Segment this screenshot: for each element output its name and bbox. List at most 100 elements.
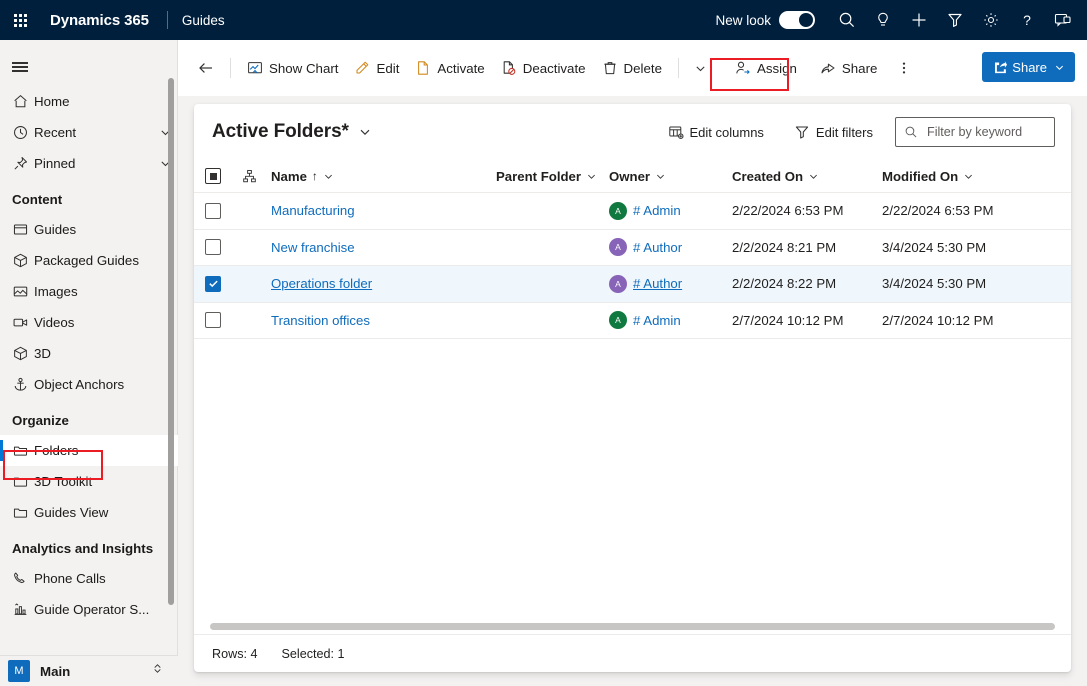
cell-owner[interactable]: A # Author bbox=[609, 275, 732, 293]
new-look-toggle[interactable] bbox=[779, 11, 815, 29]
sidebar-item-folders[interactable]: Folders bbox=[0, 435, 178, 466]
share-button[interactable]: Share bbox=[812, 52, 885, 84]
cell-name[interactable]: New franchise bbox=[266, 240, 496, 255]
folder-link[interactable]: New franchise bbox=[271, 240, 355, 255]
cell-name[interactable]: Transition offices bbox=[266, 313, 496, 328]
command-label: Delete bbox=[624, 61, 662, 76]
sidebar-item-3d[interactable]: 3D bbox=[0, 338, 178, 369]
table-row[interactable]: New franchise A # Author 2/2/2024 8:21 P… bbox=[194, 230, 1071, 267]
activate-button[interactable]: Activate bbox=[407, 52, 492, 84]
cell-name[interactable]: Operations folder bbox=[266, 276, 496, 291]
table-row[interactable]: Transition offices A # Admin 2/7/2024 10… bbox=[194, 303, 1071, 340]
delete-button[interactable]: Delete bbox=[594, 52, 670, 84]
show-chart-button[interactable]: Show Chart bbox=[239, 52, 346, 84]
home-icon bbox=[12, 92, 34, 112]
share-primary-button[interactable]: Share bbox=[982, 52, 1075, 82]
column-header-name[interactable]: Name ↑ bbox=[266, 169, 496, 184]
chevron-down-icon[interactable] bbox=[323, 171, 334, 182]
search-input[interactable] bbox=[925, 124, 1071, 140]
application-window: Dynamics 365 Guides New look ? bbox=[0, 0, 1087, 686]
row-checkbox[interactable] bbox=[205, 239, 221, 255]
sidebar-scrollbar[interactable] bbox=[168, 78, 174, 605]
folder-link[interactable]: Manufacturing bbox=[271, 203, 355, 218]
top-bar-actions: New look ? bbox=[715, 0, 1087, 40]
hierarchy-column-header[interactable] bbox=[232, 169, 266, 184]
column-header-owner[interactable]: Owner bbox=[609, 169, 732, 184]
insights-button[interactable] bbox=[865, 0, 901, 40]
folder-link[interactable]: Transition offices bbox=[271, 313, 370, 328]
feedback-button[interactable] bbox=[1045, 0, 1081, 40]
help-button[interactable]: ? bbox=[1009, 0, 1045, 40]
assign-button[interactable]: Assign bbox=[727, 52, 805, 84]
row-checkbox[interactable] bbox=[205, 312, 221, 328]
chevron-down-icon[interactable] bbox=[586, 171, 597, 182]
toggle-knob bbox=[799, 13, 813, 27]
sitemap-toggle-button[interactable] bbox=[0, 48, 40, 86]
sidebar-item-label: 3D bbox=[34, 346, 178, 361]
chevron-down-icon[interactable] bbox=[358, 125, 372, 139]
quick-create-button[interactable] bbox=[901, 0, 937, 40]
filter-button[interactable] bbox=[937, 0, 973, 40]
edit-columns-button[interactable]: Edit columns bbox=[660, 117, 772, 147]
sidebar-item-videos[interactable]: Videos bbox=[0, 307, 178, 338]
owner-link[interactable]: # Author bbox=[633, 240, 682, 255]
row-select-cell[interactable] bbox=[194, 276, 232, 292]
settings-button[interactable] bbox=[973, 0, 1009, 40]
sidebar-item-3d-toolkit[interactable]: 3D Toolkit bbox=[0, 466, 178, 497]
sidebar-item-guides-view[interactable]: Guides View bbox=[0, 497, 178, 528]
avatar: A bbox=[609, 202, 627, 220]
cell-owner[interactable]: A # Author bbox=[609, 238, 732, 256]
grid-horizontal-scrollbar[interactable] bbox=[194, 618, 1071, 634]
org-switcher[interactable]: M Main bbox=[0, 655, 178, 686]
row-checkbox[interactable] bbox=[205, 203, 221, 219]
search-button[interactable] bbox=[829, 0, 865, 40]
table-row[interactable]: Manufacturing A # Admin 2/22/2024 6:53 P… bbox=[194, 193, 1071, 230]
command-overflow-chevron-button[interactable] bbox=[687, 52, 715, 84]
sidebar-item-guide-operator-summary[interactable]: Guide Operator S... bbox=[0, 594, 178, 625]
select-all-cell[interactable] bbox=[194, 168, 232, 184]
updown-chevron-icon[interactable] bbox=[151, 662, 164, 680]
edit-button[interactable]: Edit bbox=[346, 52, 407, 84]
chevron-down-icon[interactable] bbox=[1054, 62, 1065, 73]
row-checkbox[interactable] bbox=[205, 276, 221, 292]
cell-modified-on: 3/4/2024 5:30 PM bbox=[882, 240, 1037, 255]
sidebar-item-recent[interactable]: Recent bbox=[0, 117, 178, 148]
edit-filters-button[interactable]: Edit filters bbox=[786, 117, 881, 147]
deactivate-button[interactable]: Deactivate bbox=[493, 52, 594, 84]
back-button[interactable] bbox=[190, 52, 222, 84]
row-select-cell[interactable] bbox=[194, 203, 232, 219]
owner-link[interactable]: # Admin bbox=[633, 313, 681, 328]
more-commands-button[interactable] bbox=[891, 52, 917, 84]
chevron-down-icon[interactable] bbox=[963, 171, 974, 182]
app-launcher-button[interactable] bbox=[0, 0, 40, 40]
sidebar-item-pinned[interactable]: Pinned bbox=[0, 148, 178, 179]
sidebar-scrollbar-thumb[interactable] bbox=[168, 78, 174, 605]
sidebar-item-packaged-guides[interactable]: Packaged Guides bbox=[0, 245, 178, 276]
column-header-parent-folder[interactable]: Parent Folder bbox=[496, 169, 609, 184]
cell-name[interactable]: Manufacturing bbox=[266, 203, 496, 218]
folder-link[interactable]: Operations folder bbox=[271, 276, 372, 291]
grid-horizontal-scrollbar-thumb[interactable] bbox=[210, 623, 1055, 630]
chevron-down-icon[interactable] bbox=[808, 171, 819, 182]
filter-by-keyword-box[interactable] bbox=[895, 117, 1055, 147]
chevron-down-icon[interactable] bbox=[655, 171, 666, 182]
column-header-modified-on[interactable]: Modified On bbox=[882, 169, 1037, 184]
owner-link[interactable]: # Admin bbox=[633, 203, 681, 218]
chevron-down-icon[interactable] bbox=[152, 126, 178, 139]
column-header-created-on[interactable]: Created On bbox=[732, 169, 882, 184]
view-selector-title[interactable]: Active Folders* bbox=[212, 121, 349, 143]
table-row[interactable]: Operations folder A # Author 2/2/2024 8:… bbox=[194, 266, 1071, 303]
select-all-checkbox[interactable] bbox=[205, 168, 221, 184]
row-select-cell[interactable] bbox=[194, 239, 232, 255]
cell-owner[interactable]: A # Admin bbox=[609, 202, 732, 220]
owner-link[interactable]: # Author bbox=[633, 276, 682, 291]
sidebar-item-home[interactable]: Home bbox=[0, 86, 178, 117]
chevron-down-icon[interactable] bbox=[152, 157, 178, 170]
sidebar-item-object-anchors[interactable]: Object Anchors bbox=[0, 369, 178, 400]
sidebar-item-images[interactable]: Images bbox=[0, 276, 178, 307]
sidebar-item-phone-calls[interactable]: Phone Calls bbox=[0, 563, 178, 594]
row-select-cell[interactable] bbox=[194, 312, 232, 328]
chart-icon bbox=[247, 60, 263, 76]
cell-owner[interactable]: A # Admin bbox=[609, 311, 732, 329]
sidebar-item-guides[interactable]: Guides bbox=[0, 214, 178, 245]
